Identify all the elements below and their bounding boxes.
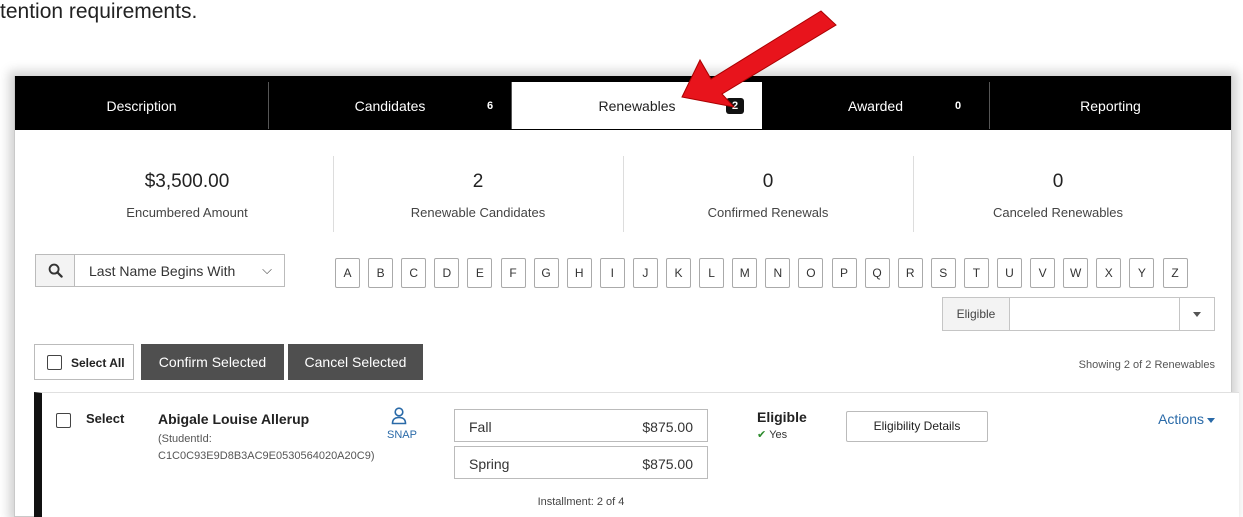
- red-arrow-annotation: [681, 10, 837, 108]
- arrow-icon: [681, 10, 837, 108]
